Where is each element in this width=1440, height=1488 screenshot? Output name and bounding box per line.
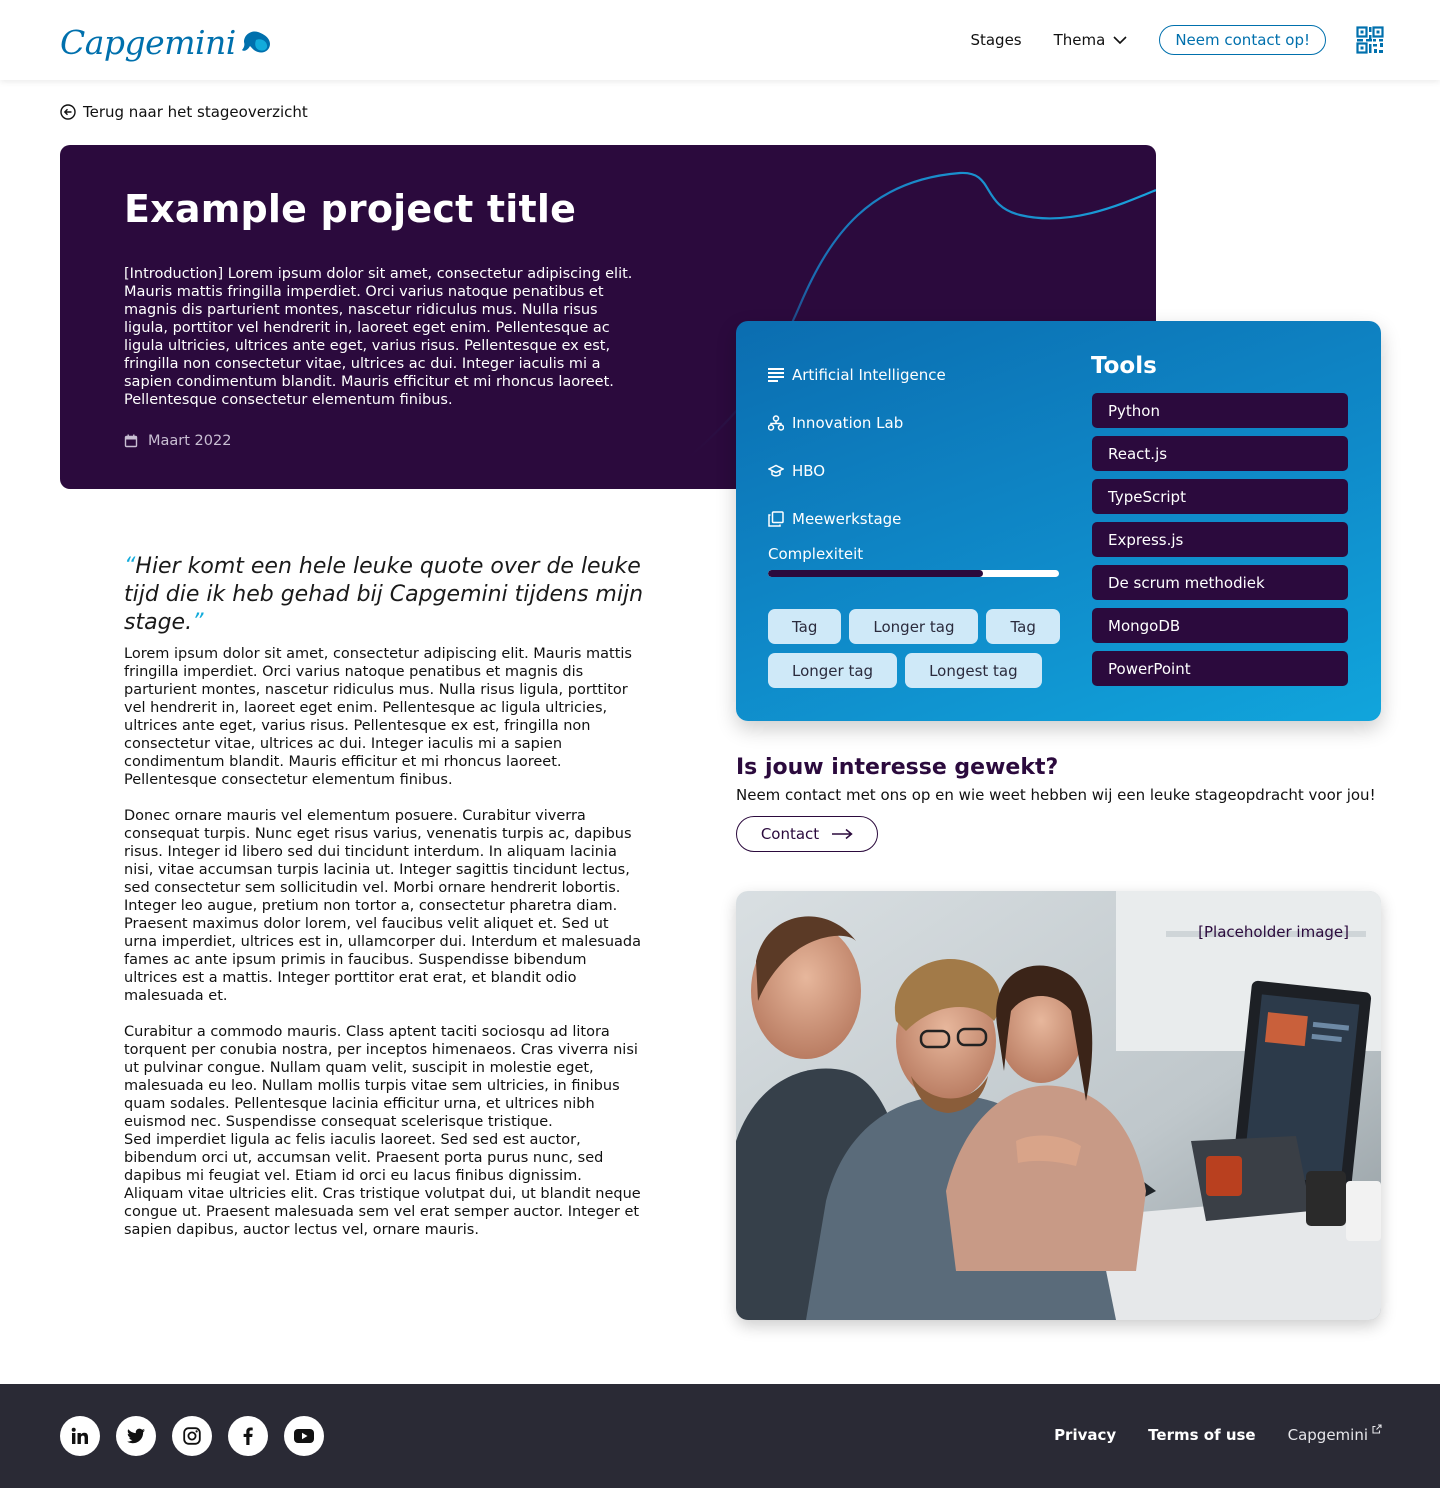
tag-chip[interactable]: Tag bbox=[986, 609, 1060, 644]
meta-department: Innovation Lab bbox=[768, 399, 946, 447]
twitter-icon bbox=[127, 1428, 145, 1444]
youtube-link[interactable] bbox=[284, 1416, 324, 1456]
youtube-icon bbox=[294, 1429, 314, 1443]
student-quote: “Hier komt een hele leuke quote over de … bbox=[124, 553, 644, 637]
meta-education-label: HBO bbox=[792, 462, 826, 480]
capgemini-logo[interactable]: Capgemini bbox=[60, 20, 272, 64]
privacy-link[interactable]: Privacy bbox=[1054, 1426, 1116, 1444]
instagram-icon bbox=[183, 1427, 201, 1445]
tool-item: Python bbox=[1092, 393, 1348, 428]
site-footer: Privacy Terms of use Capgemini bbox=[0, 1384, 1440, 1488]
qr-code-icon[interactable] bbox=[1356, 26, 1384, 54]
arrow-right-icon bbox=[832, 828, 853, 840]
instagram-link[interactable] bbox=[172, 1416, 212, 1456]
meta-type-label: Meewerkstage bbox=[792, 510, 902, 528]
meta-department-label: Innovation Lab bbox=[792, 414, 904, 432]
tool-item: De scrum methodiek bbox=[1092, 565, 1348, 600]
org-icon bbox=[768, 415, 784, 431]
capgemini-external-label: Capgemini bbox=[1287, 1426, 1368, 1444]
arrow-left-circle-icon bbox=[60, 104, 76, 120]
project-title: Example project title bbox=[124, 187, 577, 231]
contact-cta-button[interactable]: Contact bbox=[736, 816, 878, 852]
meta-type: Meewerkstage bbox=[768, 495, 946, 543]
spade-logo-icon bbox=[241, 31, 270, 53]
complexity-bar bbox=[768, 570, 1059, 577]
meta-education: HBO bbox=[768, 447, 946, 495]
site-header: Capgemini Stages Thema Neem contact op! bbox=[0, 0, 1440, 80]
back-link[interactable]: Terug naar het stageoverzicht bbox=[60, 103, 308, 121]
contact-button[interactable]: Neem contact op! bbox=[1159, 25, 1326, 55]
tool-item: TypeScript bbox=[1092, 479, 1348, 514]
facebook-link[interactable] bbox=[228, 1416, 268, 1456]
graduation-cap-icon bbox=[768, 464, 784, 477]
logo-text: Capgemini bbox=[60, 22, 236, 62]
tool-item: Express.js bbox=[1092, 522, 1348, 557]
chevron-down-icon bbox=[1113, 36, 1127, 44]
project-date: Maart 2022 bbox=[124, 433, 231, 449]
social-links bbox=[60, 1416, 340, 1456]
nav-thema[interactable]: Thema bbox=[1054, 31, 1128, 49]
tool-item: React.js bbox=[1092, 436, 1348, 471]
interest-heading: Is jouw interesse gewekt? bbox=[736, 755, 1059, 780]
complexity-label: Complexiteit bbox=[768, 545, 864, 563]
body-paragraph: Lorem ipsum dolor sit amet, consectetur … bbox=[124, 646, 632, 788]
terms-link[interactable]: Terms of use bbox=[1148, 1426, 1255, 1444]
back-link-label: Terug naar het stageoverzicht bbox=[83, 103, 308, 121]
tools-heading: Tools bbox=[1091, 353, 1157, 379]
tool-item: MongoDB bbox=[1092, 608, 1348, 643]
interest-subtitle: Neem contact met ons op en wie weet hebb… bbox=[736, 786, 1376, 804]
quote-close-mark: ” bbox=[192, 610, 204, 635]
complexity-bar-fill bbox=[768, 570, 984, 577]
calendar-icon bbox=[124, 434, 138, 448]
facebook-icon bbox=[243, 1427, 253, 1445]
body-paragraph: Donec ornare mauris vel elementum posuer… bbox=[124, 808, 641, 1004]
tools-list: Python React.js TypeScript Express.js De… bbox=[1092, 393, 1348, 694]
footer-links: Privacy Terms of use Capgemini bbox=[1022, 1424, 1382, 1444]
meta-theme-label: Artificial Intelligence bbox=[792, 366, 946, 384]
team-photo-image bbox=[736, 891, 1381, 1320]
body-paragraph: Sed imperdiet ligula ac felis iaculis la… bbox=[124, 1132, 641, 1238]
external-link-icon bbox=[1372, 1424, 1382, 1434]
main-nav: Stages Thema Neem contact op! bbox=[970, 24, 1384, 56]
tag-chip[interactable]: Longer tag bbox=[768, 653, 898, 688]
meta-theme: Artificial Intelligence bbox=[768, 351, 946, 399]
linkedin-link[interactable] bbox=[60, 1416, 100, 1456]
copy-icon bbox=[768, 511, 784, 527]
tool-item: PowerPoint bbox=[1092, 651, 1348, 686]
tag-chip[interactable]: Tag bbox=[768, 609, 842, 644]
project-intro: [Introduction] Lorem ipsum dolor sit ame… bbox=[124, 266, 633, 408]
nav-stages-label: Stages bbox=[970, 31, 1022, 49]
capgemini-external-link[interactable]: Capgemini bbox=[1287, 1424, 1382, 1444]
photo-caption: [Placeholder image] bbox=[1198, 923, 1349, 941]
project-meta-list: Artificial Intelligence Innovation Lab H… bbox=[768, 351, 946, 543]
project-description: Lorem ipsum dolor sit amet, consectetur … bbox=[124, 645, 644, 1257]
nav-stages[interactable]: Stages bbox=[970, 31, 1021, 49]
quote-open-mark: “ bbox=[124, 554, 136, 579]
project-date-label: Maart 2022 bbox=[148, 433, 232, 449]
placeholder-photo: [Placeholder image] bbox=[736, 891, 1381, 1320]
tag-chip[interactable]: Longest tag bbox=[905, 653, 1042, 688]
nav-thema-label: Thema bbox=[1053, 31, 1106, 49]
tag-chip[interactable]: Longer tag bbox=[849, 609, 979, 644]
twitter-link[interactable] bbox=[116, 1416, 156, 1456]
contact-cta-label: Contact bbox=[760, 825, 820, 843]
tag-list: Tag Longer tag Tag Longer tag Longest ta… bbox=[768, 609, 1064, 688]
list-icon bbox=[768, 368, 784, 382]
body-paragraph: Curabitur a commodo mauris. Class aptent… bbox=[124, 1024, 638, 1130]
project-info-card: Artificial Intelligence Innovation Lab H… bbox=[736, 321, 1381, 721]
linkedin-icon bbox=[71, 1427, 88, 1444]
